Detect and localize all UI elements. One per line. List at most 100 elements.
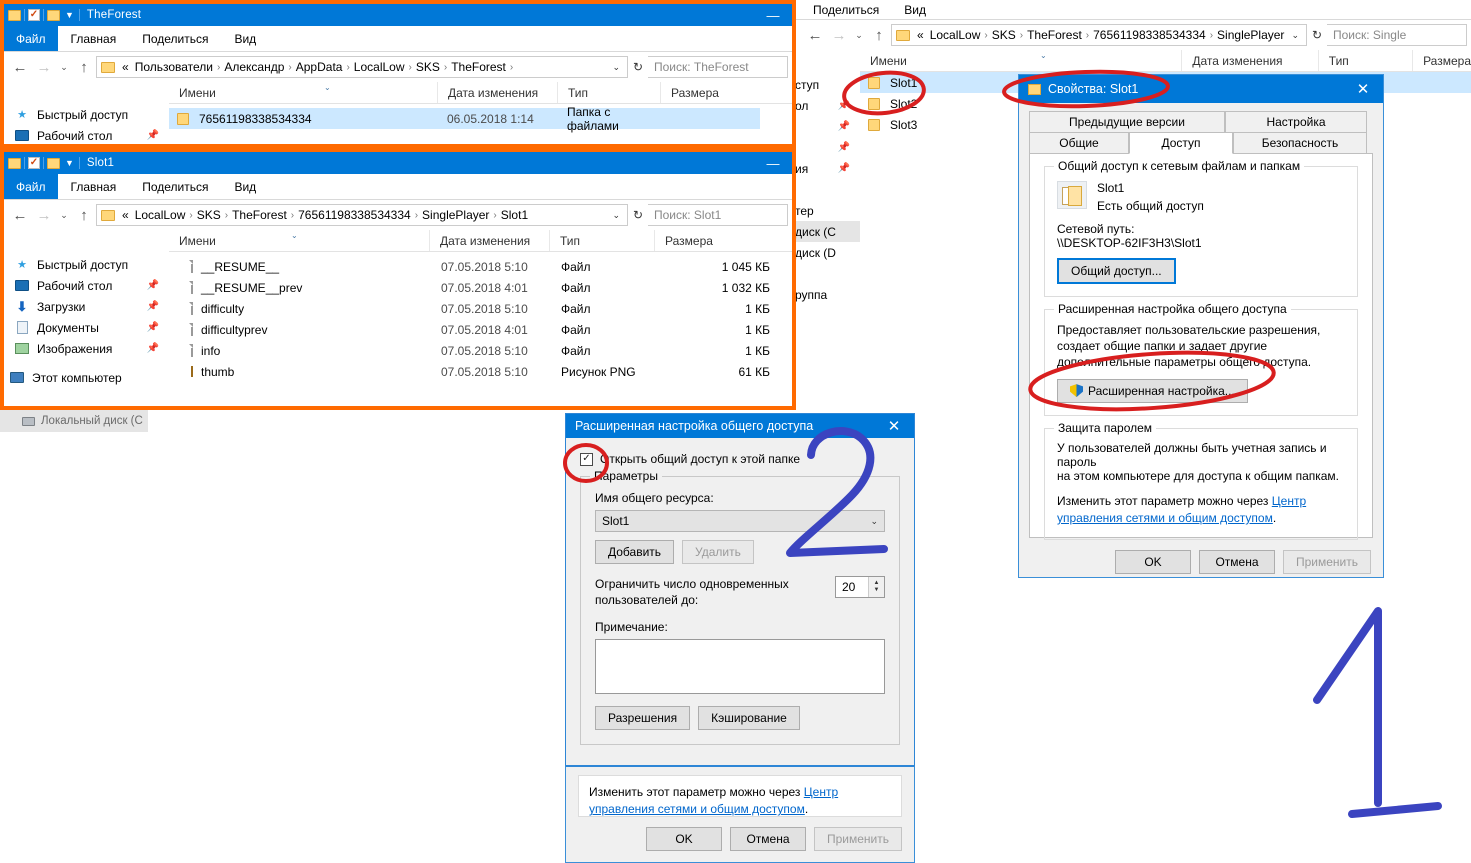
cancel-button[interactable]: Отмена bbox=[730, 827, 806, 851]
apply-button[interactable]: Применить bbox=[1283, 550, 1371, 574]
forward-icon[interactable]: → bbox=[32, 203, 56, 227]
ok-button[interactable]: OK bbox=[646, 827, 722, 851]
tab-customize[interactable]: Настройка bbox=[1225, 111, 1367, 133]
ribbon-tab-file[interactable]: Файл bbox=[4, 26, 58, 51]
navbar-slot1[interactable]: ← → ⌄ ↑ « LocalLow› SKS› TheForest› 7656… bbox=[4, 200, 792, 230]
search-input-theforest[interactable]: Поиск: TheForest bbox=[648, 56, 788, 78]
properties-tabrow-top[interactable]: Предыдущие версии Настройка bbox=[1029, 111, 1373, 133]
breadcrumb-item[interactable]: SKS bbox=[413, 60, 443, 74]
search-input-slot1[interactable]: Поиск: Slot1 bbox=[648, 204, 788, 226]
navigation-pane-slot1[interactable]: ★ Быстрый доступ Рабочий стол 📌 ⬇ Загруз… bbox=[4, 230, 169, 405]
table-row[interactable]: difficulty 07.05.2018 5:10 Файл 1 КБ bbox=[169, 298, 792, 319]
breadcrumb-item[interactable]: SKS bbox=[989, 28, 1019, 42]
sidebar-item-desktop[interactable]: Рабочий стол 📌 bbox=[4, 275, 169, 296]
properties-dialog-titlebar[interactable]: Свойства: Slot1 ✕ bbox=[1019, 75, 1383, 103]
column-headers-theforest[interactable]: ⌄ Имени Дата изменения Тип Размера bbox=[169, 82, 792, 104]
ribbon-tab-share[interactable]: Поделиться bbox=[129, 174, 221, 199]
minimize-icon[interactable]: — bbox=[758, 153, 788, 173]
quick-access-toolbar[interactable]: ✓ ▼ bbox=[8, 9, 80, 21]
window-controls[interactable]: — bbox=[758, 5, 788, 25]
pin-icon[interactable]: 📌 bbox=[147, 280, 169, 291]
back-icon[interactable]: ← bbox=[8, 55, 32, 79]
close-icon[interactable]: ✕ bbox=[874, 414, 914, 438]
explorer-window-slot1[interactable]: ✓ ▼ Slot1 — Файл Главная Поделиться Вид … bbox=[0, 148, 796, 410]
ribbon-tab-file[interactable]: Файл bbox=[4, 174, 58, 199]
cell-name[interactable]: 76561198338534334 bbox=[189, 112, 437, 126]
navpane-item-clipped[interactable]: ол📌 bbox=[795, 95, 860, 116]
file-list-theforest[interactable]: ⌄ Имени Дата изменения Тип Размера 76561… bbox=[169, 82, 792, 144]
properties-dialog[interactable]: Свойства: Slot1 ✕ Предыдущие версии Наст… bbox=[1018, 74, 1384, 578]
window-controls[interactable]: — bbox=[758, 153, 788, 173]
cancel-button[interactable]: Отмена bbox=[1199, 550, 1275, 574]
ribbon-tab-share[interactable]: Поделиться bbox=[129, 26, 221, 51]
refresh-icon[interactable]: ↻ bbox=[628, 208, 648, 222]
breadcrumb-item[interactable]: TheForest bbox=[229, 208, 290, 222]
column-header-size[interactable]: Размера bbox=[660, 82, 740, 103]
tab-general[interactable]: Общие bbox=[1029, 132, 1129, 154]
user-limit-value[interactable]: 20 bbox=[836, 580, 868, 594]
ribbon-tab-view[interactable]: Вид bbox=[221, 174, 269, 199]
table-row[interactable]: 76561198338534334 06.05.2018 1:14 Папка … bbox=[169, 108, 760, 129]
pin-icon[interactable]: 📌 bbox=[838, 100, 860, 111]
advanced-sharing-button[interactable]: Расширенная настройка... bbox=[1057, 379, 1248, 403]
back-icon[interactable]: ← bbox=[8, 203, 32, 227]
column-header-modified[interactable]: Дата изменения bbox=[429, 230, 549, 251]
breadcrumb-item[interactable]: TheForest bbox=[1024, 28, 1085, 42]
column-header-name[interactable]: ⌄ Имени bbox=[169, 230, 429, 251]
pin-icon[interactable]: 📌 bbox=[147, 322, 169, 333]
pin-icon[interactable]: 📌 bbox=[147, 343, 169, 354]
breadcrumb-item[interactable]: LocalLow bbox=[927, 28, 984, 42]
titlebar-slot1[interactable]: ✓ ▼ Slot1 — bbox=[4, 152, 792, 174]
chevron-down-icon[interactable]: ⌄ bbox=[1286, 30, 1304, 41]
recent-locations-icon[interactable]: ⌄ bbox=[851, 23, 867, 47]
table-row[interactable]: __RESUME__prev 07.05.2018 4:01 Файл 1 03… bbox=[169, 277, 792, 298]
explorer-window-theforest[interactable]: ✓ ▼ TheForest — Файл Главная Поделиться … bbox=[0, 0, 796, 148]
navpane-item-clipped[interactable]: диск (C bbox=[795, 221, 860, 242]
navpane-item-clipped[interactable]: руппа bbox=[795, 284, 860, 305]
breadcrumb-slot1[interactable]: « LocalLow› SKS› TheForest› 765611983385… bbox=[119, 208, 531, 222]
ok-button[interactable]: OK bbox=[1115, 550, 1191, 574]
column-headers-singleplayer[interactable]: ⌄ Имени Дата изменения Тип Размера bbox=[860, 50, 1471, 72]
cell-name[interactable]: __RESUME__prev bbox=[191, 281, 431, 295]
column-header-size[interactable]: Размера bbox=[1412, 50, 1471, 71]
address-bar-slot1[interactable]: « LocalLow› SKS› TheForest› 765611983385… bbox=[96, 204, 628, 226]
chevron-down-icon[interactable]: ⌄ bbox=[870, 516, 878, 527]
forward-icon[interactable]: → bbox=[827, 23, 851, 47]
breadcrumb-item[interactable]: LocalLow bbox=[132, 208, 189, 222]
breadcrumb-item[interactable]: LocalLow bbox=[351, 60, 408, 74]
close-icon[interactable]: ✕ bbox=[1343, 75, 1383, 103]
note-input[interactable] bbox=[595, 639, 885, 694]
navbar-singleplayer[interactable]: ← → ⌄ ↑ « LocalLow› SKS› TheForest› 7656… bbox=[795, 20, 1471, 50]
checkmark-icon[interactable]: ✓ bbox=[28, 157, 40, 169]
navbar-theforest[interactable]: ← → ⌄ ↑ « Пользователи› Александр› AppDa… bbox=[4, 52, 792, 82]
cell-name[interactable]: __RESUME__ bbox=[191, 260, 431, 274]
ribbon-singleplayer[interactable]: Поделиться Вид bbox=[795, 0, 1471, 20]
column-header-type[interactable]: Тип bbox=[557, 82, 660, 103]
navpane-item-clipped[interactable]: диск (D bbox=[795, 242, 860, 263]
pin-icon[interactable]: 📌 bbox=[838, 142, 860, 153]
pin-icon[interactable]: 📌 bbox=[838, 121, 860, 132]
share-folder-checkbox[interactable]: ✓ bbox=[580, 453, 593, 466]
column-header-type[interactable]: Тип bbox=[549, 230, 654, 251]
ribbon-tab-share[interactable]: Поделиться bbox=[795, 0, 891, 19]
up-icon[interactable]: ↑ bbox=[72, 55, 96, 79]
sidebar-item-documents[interactable]: Документы 📌 bbox=[4, 317, 169, 338]
refresh-icon[interactable]: ↻ bbox=[1307, 28, 1327, 42]
sidebar-item-pictures[interactable]: Изображения 📌 bbox=[4, 338, 169, 359]
recent-locations-icon[interactable]: ⌄ bbox=[56, 55, 72, 79]
breadcrumb-item[interactable]: Пользователи bbox=[132, 60, 216, 74]
breadcrumb-item[interactable]: 76561198338534334 bbox=[1090, 28, 1209, 42]
file-list-slot1[interactable]: ⌄ Имени Дата изменения Тип Размера __RES… bbox=[169, 230, 792, 405]
chevron-down-icon[interactable]: ▼ bbox=[63, 158, 76, 168]
cell-name[interactable]: difficultyprev bbox=[191, 323, 431, 337]
breadcrumb-item[interactable]: 76561198338534334 bbox=[295, 208, 414, 222]
advanced-sharing-titlebar[interactable]: Расширенная настройка общего доступа ✕ bbox=[566, 414, 914, 438]
address-bar-theforest[interactable]: « Пользователи› Александр› AppData› Loca… bbox=[96, 56, 628, 78]
table-row[interactable]: thumb 07.05.2018 5:10 Рисунок PNG 61 КБ bbox=[169, 361, 792, 382]
breadcrumb-item[interactable]: SinglePlayer bbox=[419, 208, 492, 222]
back-icon[interactable]: ← bbox=[803, 23, 827, 47]
navpane-item-quick-access[interactable]: ★ Быстрый доступ bbox=[4, 104, 169, 125]
up-icon[interactable]: ↑ bbox=[72, 203, 96, 227]
properties-tabrow-bottom[interactable]: Общие Доступ Безопасность bbox=[1029, 132, 1373, 154]
apply-button[interactable]: Применить bbox=[814, 827, 902, 851]
